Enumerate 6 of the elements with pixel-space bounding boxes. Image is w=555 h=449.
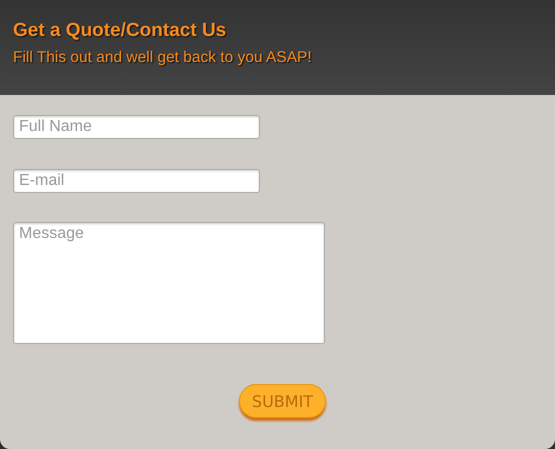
text-field[interactable]: E-mail [13,169,260,193]
form-title: Get a Quote/Contact Us [13,20,228,42]
form-subtitle: Fill This out and well get back to you ASAP! [13,49,313,67]
message-field[interactable]: Message [13,222,325,344]
text-field[interactable]: Full Name [13,115,260,139]
submit-button[interactable]: SUBMIT [238,384,326,418]
